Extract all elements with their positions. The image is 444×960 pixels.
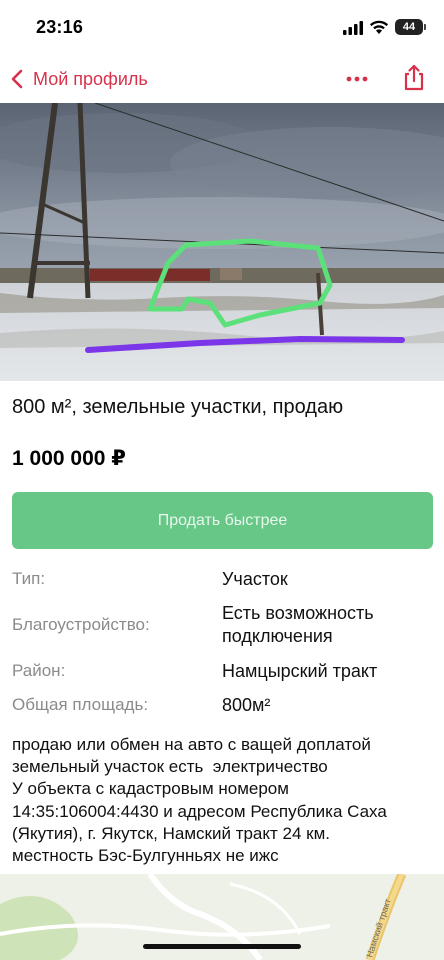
battery-level: 44 [402, 21, 416, 33]
param-value: Участок [222, 569, 288, 589]
param-key: Тип: [12, 569, 46, 588]
description-line: 14:35:106004:4430 и адресом Республика С… [12, 801, 387, 821]
param-key: Благоустройство: [12, 615, 150, 634]
param-value: Есть возможность подключения [222, 603, 374, 646]
chevron-left-icon [11, 69, 23, 89]
back-label: Мой профиль [33, 68, 148, 89]
listing-price: 1 000 000 ₽ [12, 447, 126, 470]
share-icon[interactable] [398, 62, 430, 94]
status-bar: 23:16 44 [0, 0, 444, 56]
signal-icon [343, 21, 363, 35]
description-line: У объекта с кадастровым номером [12, 779, 289, 799]
status-time: 23:16 [36, 17, 84, 37]
description-line: местность Бэс-Булгунньях не ижс [12, 846, 279, 866]
battery-icon: 44 [395, 19, 426, 35]
back-button[interactable]: Мой профиль [8, 64, 148, 94]
param-value: Намцырский тракт [222, 661, 378, 681]
sell-faster-button[interactable]: Продать быстрее [12, 492, 433, 549]
home-indicator[interactable] [143, 944, 301, 949]
wifi-icon [370, 20, 388, 34]
more-dots-icon[interactable] [340, 65, 374, 93]
description-line: (Якутия), г. Якутск, Намский тракт 24 км… [12, 823, 331, 843]
param-value: 800м² [222, 695, 271, 715]
param-key: Общая площадь: [12, 695, 149, 714]
listing-description: продаю или обмен на авто с ващей доплато… [12, 734, 437, 867]
listing-photo[interactable] [0, 103, 444, 381]
nav-bar: Мой профиль [0, 56, 444, 102]
description-line: продаю или обмен на авто с ващей доплато… [12, 735, 371, 754]
listing-title: 800 м², земельные участки, продаю [12, 396, 344, 418]
description-line: земельный участок есть электричество [12, 757, 328, 777]
param-key: Район: [12, 661, 66, 680]
